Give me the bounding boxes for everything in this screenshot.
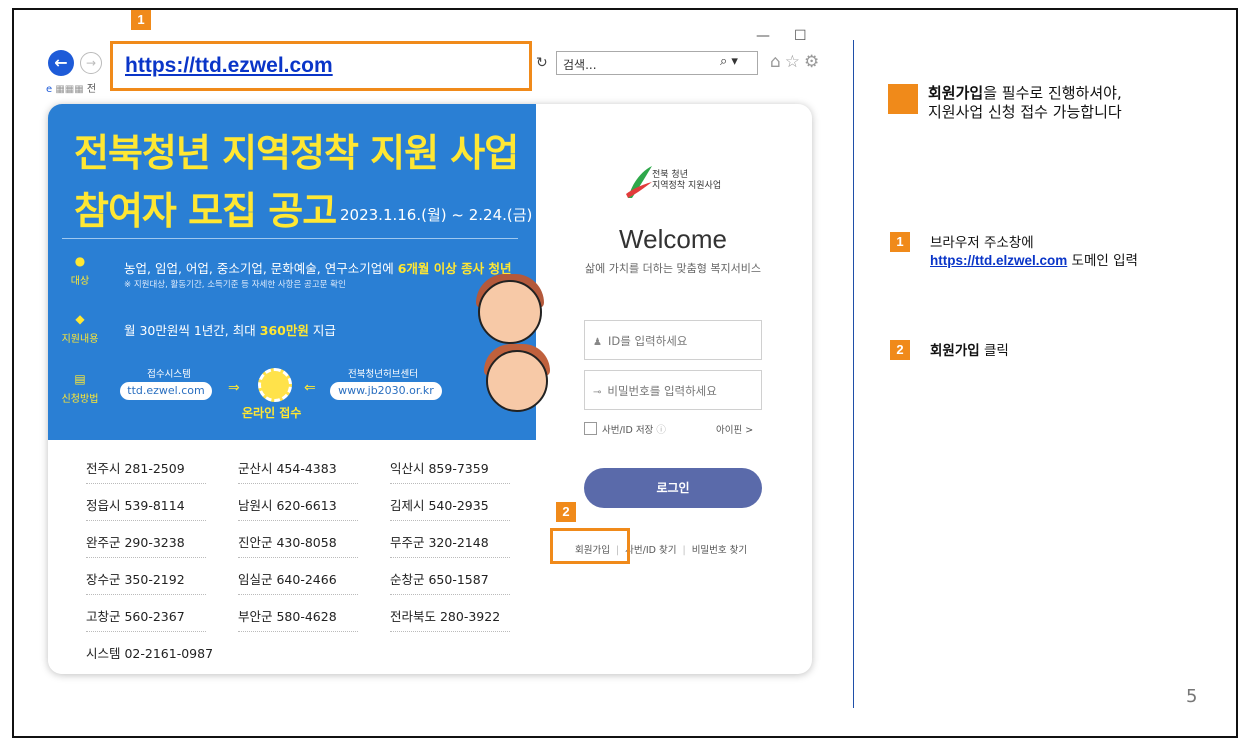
note-main: 회원가입을 필수로 진행하셔야, 지원사업 신청 접수 가능합니다 [928, 84, 1122, 121]
cartoon-face-b [486, 350, 548, 412]
vertical-divider [853, 40, 854, 708]
apply-system-url: ttd.ezwel.com [120, 382, 212, 400]
banner-divider [62, 238, 518, 239]
person-icon: ● [74, 254, 86, 268]
contact-item: 장수군 350-2192 [86, 569, 206, 595]
row-text-target: 농업, 임업, 어업, 중소기업, 문화예술, 연구소기업에 6개월 이상 종사… [124, 261, 512, 276]
step1-link[interactable]: https://ttd.elzwel.com [930, 253, 1067, 268]
hub-label: 전북청년허브센터 [348, 369, 418, 380]
contact-item: 부안군 580-4628 [238, 606, 358, 632]
contact-item: 익산시 859-7359 [390, 458, 510, 484]
step1-note: 브라우저 주소창에 https://ttd.elzwel.com 도메인 입력 [930, 235, 1138, 269]
row-label-support: 지원내용 [61, 334, 99, 345]
contact-item: 군산시 454-4383 [238, 458, 358, 484]
id-input[interactable]: ♟ ID를 입력하세요 [584, 320, 762, 360]
contact-item: 진안군 430-8058 [238, 532, 358, 558]
banner-title-line2: 참여자 모집 공고 [74, 189, 337, 233]
notice-banner: 전북청년 지역정착 지원 사업 참여자 모집 공고 2023.1.16.(월) … [48, 104, 550, 440]
welcome-subtitle: 삶에 가치를 더하는 맞춤형 복지서비스 [585, 262, 761, 275]
remember-id-checkbox[interactable] [584, 422, 597, 435]
arrow-left-icon: ⇐ [304, 380, 316, 396]
contact-item: 완주군 290-3238 [86, 532, 206, 558]
refresh-icon[interactable]: ↻ [536, 55, 548, 71]
web-page: 전북청년 지역정착 지원 사업 참여자 모집 공고 2023.1.16.(월) … [48, 104, 812, 674]
document-icon: ▤ [74, 372, 86, 386]
contact-item: 고창군 560-2367 [86, 606, 206, 632]
find-password-link[interactable]: 비밀번호 찾기 [692, 545, 747, 556]
program-logo-icon [626, 166, 652, 198]
row-label-target: 대상 [70, 276, 90, 287]
row-label-method: 신청방법 [61, 394, 99, 405]
tab-label: 전 [86, 84, 97, 95]
find-id-link[interactable]: 사번/ID 찾기 [625, 545, 676, 556]
user-icon: ♟ [593, 337, 602, 348]
ipin-link[interactable]: 아이핀 > [716, 422, 753, 436]
contact-item: 무주군 320-2148 [390, 532, 510, 558]
join-highlight-box [550, 528, 630, 564]
contact-item: 남원시 620-6613 [238, 495, 358, 521]
contact-item: 임실군 640-2466 [238, 569, 358, 595]
login-button[interactable]: 로그인 [584, 468, 762, 508]
forward-icon[interactable]: → [80, 52, 102, 74]
contact-item: 시스템 02-2161-0987 [86, 646, 214, 661]
ie-icon: e [46, 84, 53, 95]
address-url[interactable]: https://ttd.ezwel.com [125, 54, 333, 77]
hub-url: www.jb2030.or.kr [330, 382, 442, 400]
step-badge-1: 1 [131, 10, 151, 30]
step-badge-2: 2 [556, 502, 576, 522]
contact-item: 순창군 650-1587 [390, 569, 510, 595]
online-sun-icon [258, 368, 292, 402]
note-badge-1: 1 [890, 232, 910, 252]
banner-note: ※ 지원대상, 활동기간, 소득기준 등 자세한 사항은 공고문 확인 [124, 280, 346, 290]
note-badge-2: 2 [890, 340, 910, 360]
browser-tab[interactable]: e ▦▦▦ 전 [46, 80, 256, 98]
contact-item: 전라북도 280-3922 [390, 606, 510, 632]
step2-note: 회원가입 클릭 [930, 343, 1009, 359]
banner-title-line1: 전북청년 지역정착 지원 사업 [74, 131, 519, 175]
row-text-support: 월 30만원씩 1년간, 최대 360만원 지급 [124, 323, 336, 338]
welcome-heading: Welcome [619, 224, 727, 254]
contact-item: 김제시 540-2935 [390, 495, 510, 521]
page-number: 5 [1186, 686, 1198, 707]
home-star-gear-icons[interactable]: ⌂☆⚙ [770, 52, 823, 72]
apply-system-label: 접수시스템 [147, 369, 191, 380]
banner-dates: 2023.1.16.(월) ~ 2.24.(금) [340, 206, 533, 224]
back-icon[interactable]: ← [48, 50, 74, 76]
search-icon[interactable]: ⌕ ▾ [720, 54, 738, 69]
tab-favicon: ▦▦▦ [55, 84, 84, 95]
key-icon: ⊸ [593, 387, 602, 398]
money-icon: ◆ [75, 312, 85, 326]
help-icon: ⓘ [656, 425, 666, 436]
contact-list: 전주시 281-2509 군산시 454-4383 익산시 859-7359 정… [48, 440, 536, 674]
arrow-right-icon: ⇒ [228, 380, 240, 396]
minimize-icon[interactable]: — [756, 28, 770, 44]
contact-item: 전주시 281-2509 [86, 458, 206, 484]
maximize-icon[interactable]: ☐ [794, 28, 807, 44]
cartoon-face-a [478, 280, 542, 344]
password-input[interactable]: ⊸ 비밀번호를 입력하세요 [584, 370, 762, 410]
contact-item: 정읍시 539-8114 [86, 495, 206, 521]
note-marker [888, 84, 918, 114]
program-logo-text: 전북 청년 지역정착 지원사업 [652, 170, 722, 191]
remember-id-label: 사번/ID 저장 ⓘ [602, 425, 666, 436]
online-apply-label: 온라인 접수 [242, 406, 302, 420]
